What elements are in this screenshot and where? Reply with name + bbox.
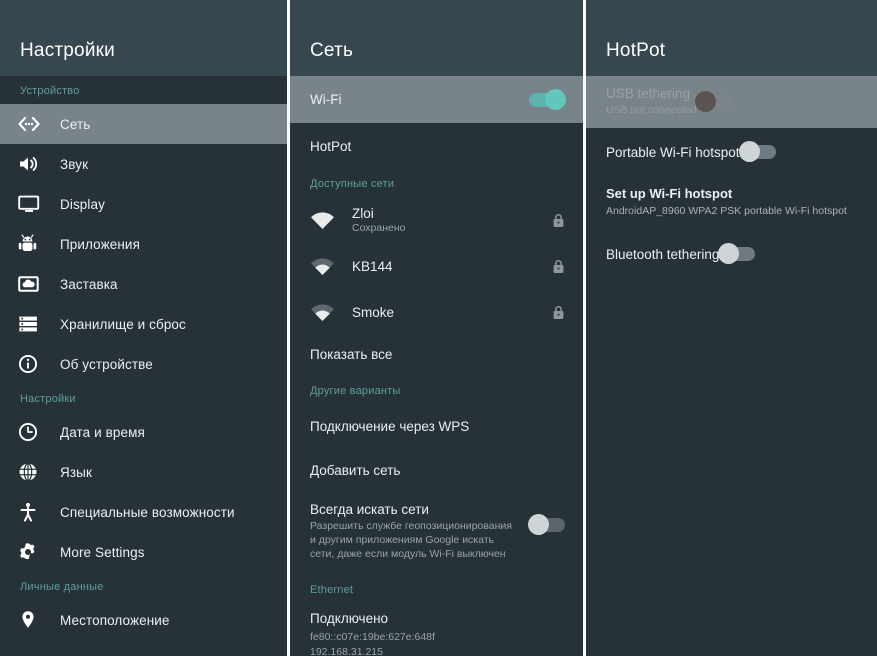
show-all-label: Показать все	[310, 346, 393, 362]
page-title: Настройки	[20, 40, 115, 61]
always-scan-title: Всегда искать сети	[310, 502, 429, 517]
hotpot-header: HotPot	[586, 0, 877, 76]
portable-hotspot-row[interactable]: Portable Wi-Fi hotspot	[586, 128, 877, 176]
bluetooth-tethering-toggle[interactable]	[718, 243, 756, 264]
ethernet-status: Подключено	[310, 610, 389, 626]
accessibility-icon	[18, 502, 52, 522]
sidebar-item-apps[interactable]: Приложения	[0, 224, 287, 264]
network-header: Сеть	[290, 0, 583, 76]
settings-screen: Настройки Устройство Сеть Звук Display П…	[0, 0, 877, 656]
storage-icon	[18, 315, 52, 333]
setup-hotspot-subtitle: AndroidAP_8960 WPA2 PSK portable Wi-Fi h…	[606, 205, 847, 217]
daydream-icon	[18, 275, 52, 293]
volume-icon	[18, 155, 52, 173]
usb-tethering-title: USB tethering	[606, 86, 691, 102]
sidebar-item-datetime[interactable]: Дата и время	[0, 412, 287, 452]
wifi-network-row[interactable]: KB144	[290, 243, 583, 289]
wifi-network-row[interactable]: Smoke	[290, 289, 583, 335]
sidebar-item-label: Заставка	[60, 276, 118, 292]
wifi-network-status: Сохранено	[352, 222, 406, 234]
ethernet-ipv4: 192.168.31.215	[310, 645, 383, 656]
lock-icon	[552, 305, 565, 320]
sidebar-item-about[interactable]: Об устройстве	[0, 344, 287, 384]
usb-tethering-subtitle: USB not connected	[606, 104, 697, 117]
ethernet-ipv6: fe80::c07e:19be:627e:648f	[310, 630, 435, 643]
gear-icon	[18, 542, 52, 562]
sidebar-item-display[interactable]: Display	[0, 184, 287, 224]
sidebar-header: Настройки	[0, 0, 287, 76]
sidebar-item-accessibility[interactable]: Специальные возможности	[0, 492, 287, 532]
usb-tethering-row[interactable]: USB tethering USB not connected	[586, 76, 877, 128]
ethernet-header: Ethernet	[310, 583, 354, 596]
info-icon	[18, 354, 52, 374]
sidebar-item-language[interactable]: Язык	[0, 452, 287, 492]
sidebar-item-more-settings[interactable]: More Settings	[0, 532, 287, 572]
wps-label: Подключение через WPS	[310, 418, 470, 434]
wifi-toggle-row[interactable]: Wi-Fi	[290, 76, 583, 123]
sidebar-item-label: More Settings	[60, 544, 145, 560]
settings-sidebar-panel: Настройки Устройство Сеть Звук Display П…	[0, 0, 287, 656]
sidebar-item-label: Звук	[60, 156, 89, 172]
sidebar-item-label: Специальные возможности	[60, 504, 235, 520]
sidebar-item-label: Display	[60, 196, 105, 212]
wifi-network-ssid: Smoke	[352, 304, 395, 320]
wifi-network-ssid: Zloi	[352, 206, 374, 221]
wifi-label: Wi-Fi	[310, 92, 342, 107]
sidebar-item-label: Язык	[60, 464, 92, 480]
setup-hotspot-row[interactable]: Set up Wi-Fi hotspot AndroidAP_8960 WPA2…	[586, 176, 877, 231]
add-network-label: Добавить сеть	[310, 462, 401, 478]
sidebar-section-header-personal: Личные данные	[20, 581, 104, 593]
bluetooth-tethering-row[interactable]: Bluetooth tethering	[586, 231, 877, 277]
wifi-signal-icon	[310, 257, 346, 276]
portable-hotspot-title: Portable Wi-Fi hotspot	[606, 144, 740, 160]
show-all-networks-button[interactable]: Показать все	[290, 335, 583, 373]
sidebar-item-label: Дата и время	[60, 424, 145, 440]
setup-hotspot-title: Set up Wi-Fi hotspot	[606, 186, 733, 201]
globe-icon	[18, 462, 52, 482]
sidebar-item-network[interactable]: Сеть	[0, 104, 287, 144]
wps-connect-button[interactable]: Подключение через WPS	[290, 404, 583, 448]
wifi-signal-icon	[310, 303, 346, 322]
usb-tethering-toggle	[695, 91, 733, 112]
always-scan-row[interactable]: Всегда искать сети Разрешить службе геоп…	[290, 492, 583, 574]
network-panel: Сеть Wi-Fi HotPot Доступные сети Zloi Со…	[290, 0, 583, 656]
ethernet-status-block[interactable]: Подключено fe80::c07e:19be:627e:648f 192…	[290, 603, 583, 656]
hotpot-label: HotPot	[310, 138, 352, 154]
hotpot-panel-title: HotPot	[606, 40, 666, 61]
available-networks-header: Доступные сети	[310, 178, 395, 190]
wifi-signal-icon	[310, 211, 346, 230]
always-scan-toggle[interactable]	[528, 514, 565, 535]
sidebar-item-label: Приложения	[60, 236, 140, 252]
sidebar-item-label: Хранилище и сброс	[60, 316, 186, 332]
lock-icon	[552, 259, 565, 274]
hotpot-row[interactable]: HotPot	[290, 123, 583, 169]
portable-hotspot-toggle[interactable]	[738, 141, 776, 162]
sidebar-section-header-settings: Настройки	[20, 393, 76, 405]
sidebar-item-label: Местоположение	[60, 612, 170, 628]
sidebar-item-label: Об устройстве	[60, 356, 153, 372]
sidebar-section-header-device: Устройство	[20, 85, 80, 97]
always-scan-description: Разрешить службе геопозиционирования и д…	[310, 520, 512, 561]
add-network-button[interactable]: Добавить сеть	[290, 448, 583, 492]
wifi-network-ssid: KB144	[352, 258, 393, 274]
wifi-network-row[interactable]: Zloi Сохранено	[290, 197, 583, 243]
sidebar-item-daydream[interactable]: Заставка	[0, 264, 287, 304]
wifi-toggle[interactable]	[529, 88, 566, 110]
display-icon	[18, 195, 52, 213]
location-pin-icon	[18, 610, 52, 630]
sidebar-item-sound[interactable]: Звук	[0, 144, 287, 184]
sidebar-item-location[interactable]: Местоположение	[0, 600, 287, 640]
bluetooth-tethering-title: Bluetooth tethering	[606, 246, 720, 262]
network-panel-title: Сеть	[310, 40, 354, 61]
sidebar-item-storage[interactable]: Хранилище и сброс	[0, 304, 287, 344]
sidebar-item-label: Сеть	[60, 116, 91, 132]
clock-icon	[18, 422, 52, 442]
android-icon	[18, 234, 52, 254]
lock-icon	[552, 213, 565, 228]
network-icon	[18, 116, 52, 132]
hotpot-panel: HotPot USB tethering USB not connected P…	[586, 0, 877, 656]
other-options-header: Другие варианты	[310, 385, 401, 397]
